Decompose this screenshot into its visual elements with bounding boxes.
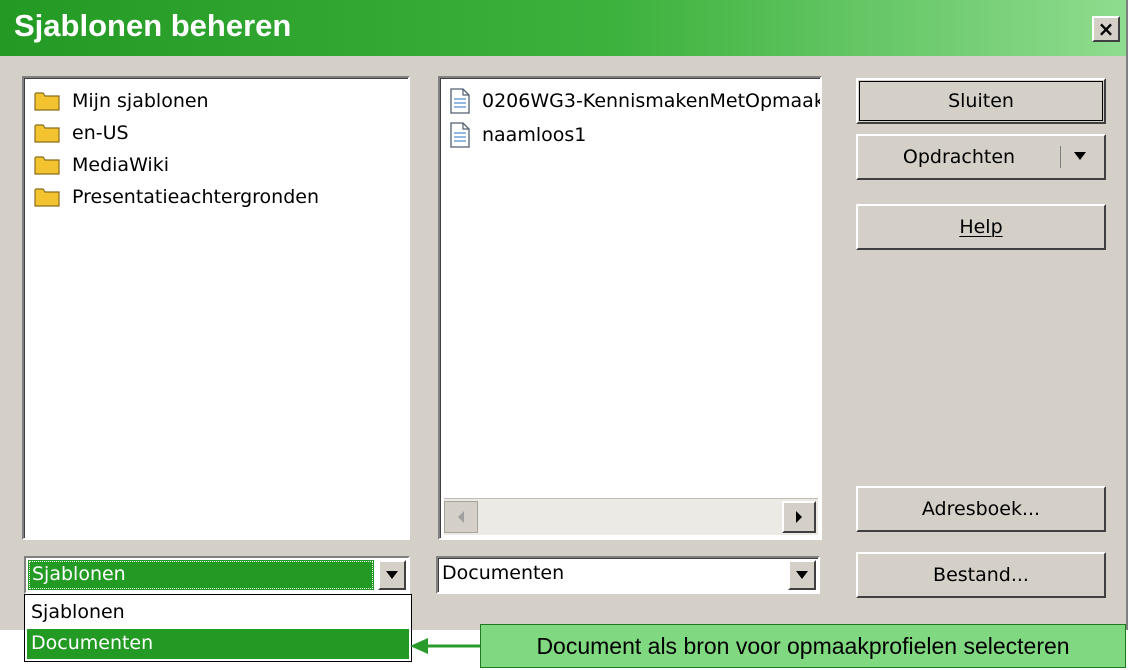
template-category-list[interactable]: Mijn sjablonen en-US MediaWiki Presentat… <box>22 76 410 540</box>
chevron-down-icon <box>386 571 398 579</box>
category-select-field: Sjablonen <box>28 560 374 590</box>
dropdown-button[interactable] <box>788 560 816 590</box>
dropdown-option-label: Documenten <box>31 632 154 654</box>
scroll-left-button[interactable] <box>444 501 478 533</box>
list-item[interactable]: naamloos1 <box>450 120 586 150</box>
arrow-right-icon <box>796 511 802 523</box>
chevron-down-icon[interactable] <box>1074 152 1086 160</box>
commands-button[interactable]: Opdrachten <box>856 134 1106 180</box>
dropdown-button[interactable] <box>378 560 406 590</box>
category-select-value: Sjablonen <box>32 563 126 585</box>
dropdown-option[interactable]: Sjablonen <box>27 597 409 627</box>
horizontal-scrollbar[interactable] <box>444 498 818 535</box>
commands-button-label: Opdrachten <box>902 146 1016 168</box>
manage-templates-dialog: Sjablonen beheren × Mijn sjablonen en-US… <box>0 0 1128 630</box>
folder-icon <box>34 124 60 143</box>
document-icon <box>450 122 470 148</box>
close-button[interactable]: Sluiten <box>856 78 1106 124</box>
folder-icon <box>34 188 60 207</box>
list-item-label: 0206WG3-KennismakenMetOpmaakprofielen <box>482 90 820 112</box>
source-select-value: Documenten <box>442 562 565 584</box>
dropdown-option-highlighted[interactable]: Documenten <box>27 629 409 659</box>
list-item[interactable]: Presentatieachtergronden <box>34 182 319 212</box>
title-bar: Sjablonen beheren × <box>0 0 1126 56</box>
callout-arrow <box>410 638 482 654</box>
list-item[interactable]: MediaWiki <box>34 150 169 180</box>
addressbook-button-label: Adresboek... <box>921 498 1041 520</box>
file-button[interactable]: Bestand... <box>856 552 1106 598</box>
addressbook-button[interactable]: Adresboek... <box>856 486 1106 532</box>
list-item-label: naamloos1 <box>482 124 587 146</box>
close-icon[interactable]: × <box>1092 16 1120 42</box>
source-select-documents[interactable]: Documenten <box>436 556 820 594</box>
help-button-label: Help <box>959 216 1003 238</box>
list-item-label: Presentatieachtergronden <box>72 186 320 208</box>
separator <box>1060 146 1061 168</box>
folder-icon <box>34 156 60 175</box>
list-item-label: Mijn sjablonen <box>72 90 209 112</box>
help-button[interactable]: Help <box>856 204 1106 250</box>
list-item[interactable]: 0206WG3-KennismakenMetOpmaakprofielen <box>450 86 820 116</box>
close-button-label: Sluiten <box>948 90 1014 112</box>
list-item-label: en-US <box>72 122 129 144</box>
document-icon <box>450 88 470 114</box>
category-select[interactable]: Sjablonen <box>24 556 410 594</box>
category-dropdown-list[interactable]: Sjablonen Documenten <box>24 594 412 662</box>
file-button-label: Bestand... <box>933 564 1029 586</box>
dialog-title: Sjablonen beheren <box>14 8 292 43</box>
document-list[interactable]: 0206WG3-KennismakenMetOpmaakprofielen na… <box>438 76 822 540</box>
callout-text: Document als bron voor opmaakprofielen s… <box>536 632 1070 659</box>
scroll-right-button[interactable] <box>782 501 816 533</box>
callout-label: Document als bron voor opmaakprofielen s… <box>480 624 1126 668</box>
chevron-down-icon <box>796 571 808 579</box>
list-item-label: MediaWiki <box>72 154 169 176</box>
list-item[interactable]: Mijn sjablonen <box>34 86 209 116</box>
folder-icon <box>34 92 60 111</box>
dropdown-option-label: Sjablonen <box>31 601 125 623</box>
arrow-left-icon <box>458 511 464 523</box>
list-item[interactable]: en-US <box>34 118 129 148</box>
